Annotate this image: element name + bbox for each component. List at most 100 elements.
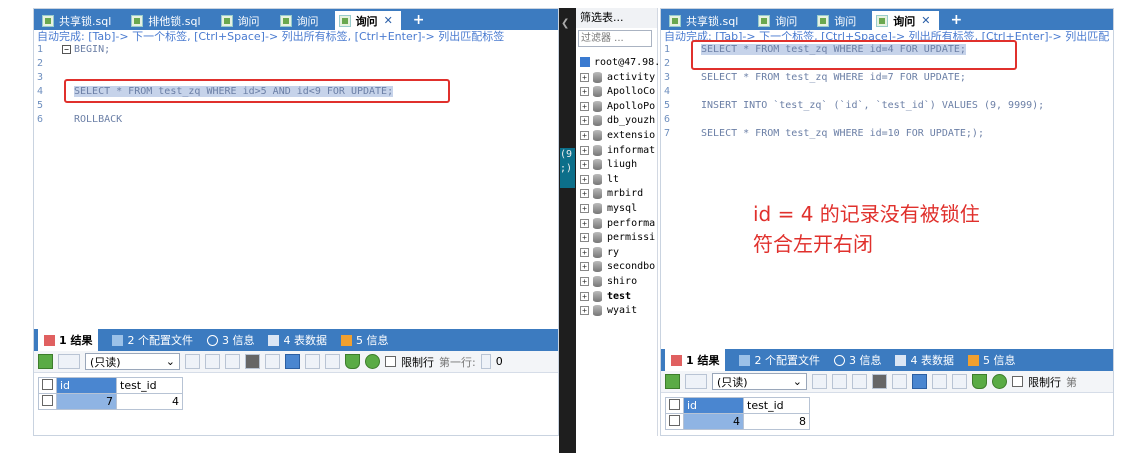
copy-row-icon[interactable] <box>832 374 847 389</box>
database-item[interactable]: + permissi <box>580 231 655 245</box>
new-tab-plus-icon[interactable]: + <box>409 11 429 30</box>
column-header-id[interactable]: id <box>56 377 117 394</box>
connection-root[interactable]: root@47.98. <box>580 55 660 69</box>
tab-result[interactable]: 1 结果 <box>665 349 726 371</box>
database-item[interactable]: + liugh <box>580 158 637 172</box>
cell-test-id[interactable]: 8 <box>743 413 810 430</box>
database-item[interactable]: + wyait <box>580 304 637 318</box>
tab-table-data[interactable]: 4 表数据 <box>268 332 327 348</box>
first-row-stepper-icon[interactable] <box>480 354 491 369</box>
refresh-grid-icon[interactable] <box>265 354 280 369</box>
database-item[interactable]: + mrbird <box>580 187 643 201</box>
tab-exclusive-lock-sql[interactable]: 排他锁.sql <box>127 11 208 30</box>
view-mode-icon[interactable] <box>685 374 707 389</box>
tab-query-2[interactable]: 询问 <box>813 11 864 30</box>
close-icon[interactable]: ✕ <box>384 14 393 27</box>
database-item[interactable]: + ApolloPo <box>580 99 655 113</box>
expand-icon[interactable]: + <box>580 233 589 243</box>
text-view-icon[interactable] <box>325 354 340 369</box>
expand-icon[interactable]: + <box>580 203 589 213</box>
export-icon[interactable] <box>38 354 53 369</box>
limit-rows-checkbox[interactable] <box>1012 376 1023 387</box>
database-item[interactable]: + test <box>580 289 631 303</box>
form-view-icon[interactable] <box>932 374 947 389</box>
reload-icon[interactable] <box>992 374 1007 389</box>
database-item[interactable]: + informat <box>580 143 655 157</box>
grid-view-icon[interactable] <box>285 354 300 369</box>
delete-icon[interactable] <box>245 354 260 369</box>
tab-table-data[interactable]: 4 表数据 <box>895 352 954 368</box>
tab-shared-lock-sql[interactable]: 共享锁.sql <box>38 11 119 30</box>
tab-info[interactable]: 3 信息 <box>206 332 254 348</box>
text-view-icon[interactable] <box>952 374 967 389</box>
table-row[interactable]: 7 4 <box>38 393 183 410</box>
readonly-select[interactable]: (只读) ⌄ <box>85 353 180 370</box>
new-tab-plus-icon[interactable]: + <box>947 11 967 30</box>
tab-info[interactable]: 3 信息 <box>833 352 881 368</box>
copy-row-icon[interactable] <box>205 354 220 369</box>
expand-icon[interactable]: + <box>580 116 589 126</box>
expand-icon[interactable]: + <box>580 72 589 82</box>
readonly-select[interactable]: (只读) ⌄ <box>712 373 807 390</box>
tab-shared-lock-sql[interactable]: 共享锁.sql <box>665 11 746 30</box>
expand-icon[interactable]: + <box>580 87 589 97</box>
grid-view-icon[interactable] <box>912 374 927 389</box>
export-icon[interactable] <box>665 374 680 389</box>
expand-icon[interactable]: + <box>580 218 589 228</box>
expand-icon[interactable]: + <box>580 276 589 286</box>
row-checkbox[interactable] <box>38 393 57 410</box>
expand-icon[interactable]: + <box>580 262 589 272</box>
delete-icon[interactable] <box>872 374 887 389</box>
reload-icon[interactable] <box>365 354 380 369</box>
tab-result[interactable]: 1 结果 <box>38 329 99 351</box>
cell-id[interactable]: 7 <box>56 393 117 410</box>
close-icon[interactable]: ✕ <box>921 14 930 27</box>
insert-row-icon[interactable] <box>812 374 827 389</box>
tab-query-active[interactable]: 询问 ✕ <box>872 11 939 30</box>
expand-icon[interactable]: + <box>580 145 589 155</box>
view-mode-icon[interactable] <box>58 354 80 369</box>
save-icon[interactable] <box>225 354 240 369</box>
expand-icon[interactable]: + <box>580 174 589 184</box>
tab-query-1[interactable]: 询问 <box>217 11 268 30</box>
save-icon[interactable] <box>852 374 867 389</box>
tab-profile[interactable]: 2 个配置文件 <box>112 332 193 348</box>
filter-icon[interactable] <box>345 354 360 369</box>
database-item[interactable]: + activity <box>580 70 655 84</box>
expand-icon[interactable]: + <box>580 130 589 140</box>
tab-query-1[interactable]: 询问 <box>754 11 805 30</box>
expand-icon[interactable]: + <box>580 160 589 170</box>
database-item[interactable]: + mysql <box>580 201 637 215</box>
form-view-icon[interactable] <box>305 354 320 369</box>
column-header-test-id[interactable]: test_id <box>116 377 183 394</box>
filter-icon[interactable] <box>972 374 987 389</box>
database-item[interactable]: + performa <box>580 216 655 230</box>
refresh-grid-icon[interactable] <box>892 374 907 389</box>
table-row[interactable]: 4 8 <box>665 413 810 430</box>
database-item[interactable]: + db_youzh <box>580 114 655 128</box>
database-item[interactable]: + ry <box>580 245 619 259</box>
database-item[interactable]: + secondbo <box>580 260 655 274</box>
cell-id[interactable]: 4 <box>683 413 744 430</box>
column-header-id[interactable]: id <box>683 397 744 414</box>
select-all-checkbox[interactable] <box>38 377 57 394</box>
database-item[interactable]: + extensio <box>580 128 655 142</box>
tab-query-2[interactable]: 询问 <box>276 11 327 30</box>
fold-toggle-icon[interactable]: − <box>62 45 71 54</box>
tab-info-5[interactable]: 5 信息 <box>967 352 1015 368</box>
cell-test-id[interactable]: 4 <box>116 393 183 410</box>
sql-editor[interactable]: 1 2 3 4 5 6 7 SELECT * FROM test_zq WHER… <box>661 44 1113 344</box>
expand-icon[interactable]: + <box>580 306 589 316</box>
tab-info-5[interactable]: 5 信息 <box>340 332 388 348</box>
row-checkbox[interactable] <box>665 413 684 430</box>
tab-profile[interactable]: 2 个配置文件 <box>739 352 820 368</box>
column-header-test-id[interactable]: test_id <box>743 397 810 414</box>
database-item[interactable]: + ApolloCo <box>580 85 655 99</box>
select-all-checkbox[interactable] <box>665 397 684 414</box>
tab-query-active[interactable]: 询问 ✕ <box>334 11 401 30</box>
filter-input[interactable] <box>578 30 652 47</box>
expand-icon[interactable]: + <box>580 101 589 111</box>
insert-row-icon[interactable] <box>185 354 200 369</box>
expand-icon[interactable]: + <box>580 247 589 257</box>
expand-icon[interactable]: + <box>580 291 589 301</box>
